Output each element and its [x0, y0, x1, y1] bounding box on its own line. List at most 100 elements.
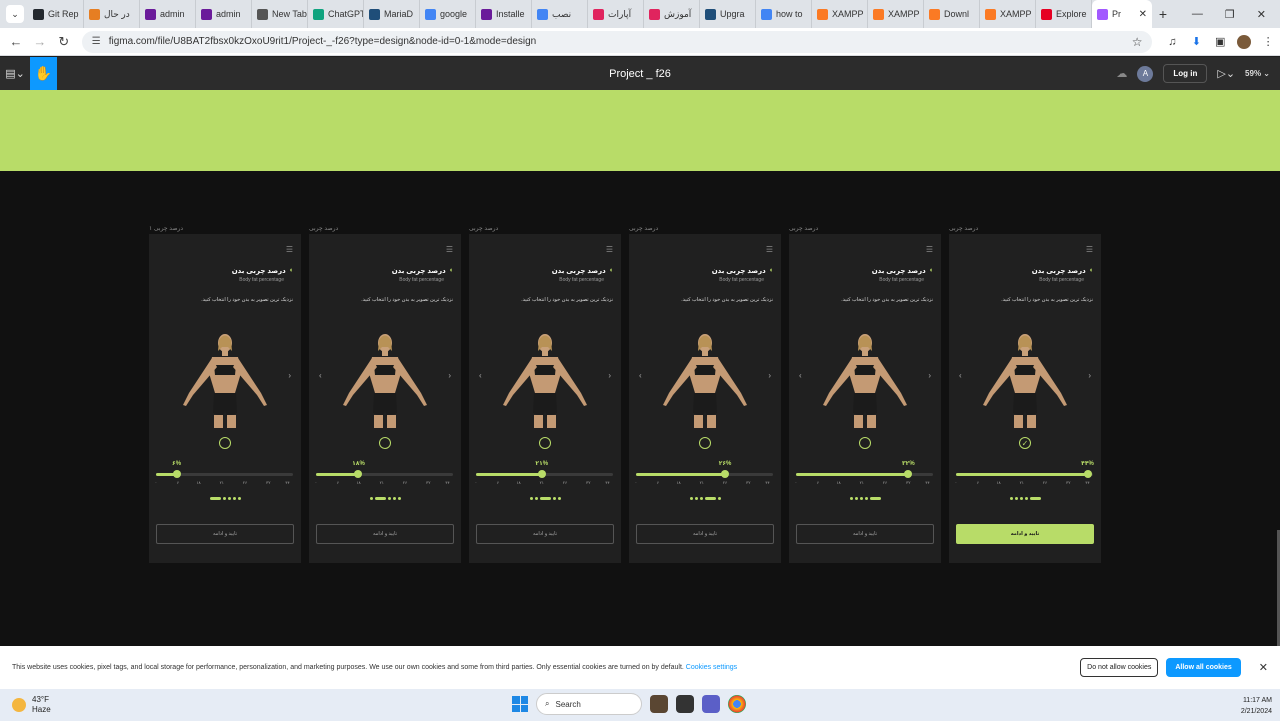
browser-tab[interactable]: admin [140, 0, 196, 28]
fat-slider-handle[interactable] [721, 470, 730, 478]
side-panel-icon[interactable]: ▣ [1208, 35, 1232, 48]
select-circle[interactable] [539, 437, 551, 449]
browser-tab[interactable]: XAMPP [980, 0, 1036, 28]
chevron-right-icon[interactable]: › [768, 371, 771, 380]
browser-tab[interactable]: how to [756, 0, 812, 28]
widgets-icon[interactable] [650, 695, 668, 713]
frame-label[interactable]: درصد چربی [469, 225, 621, 232]
chevron-left-icon[interactable]: ‹ [959, 371, 962, 380]
download-icon[interactable]: ⬇ [1184, 35, 1208, 48]
bookmark-star-icon[interactable]: ☆ [1132, 35, 1143, 49]
active-tab[interactable]: Pr ✕ [1092, 0, 1152, 28]
hamburger-menu-icon[interactable]: ☰ [766, 245, 773, 254]
deny-cookies-button[interactable]: Do not allow cookies [1080, 658, 1159, 677]
body-fat-frame[interactable]: ☰ ◖ درصد چربی بدن Body fat percentage نز… [789, 234, 941, 563]
cookie-settings-link[interactable]: Cookies settings [686, 664, 737, 671]
confirm-continue-button[interactable]: تایید و ادامه [956, 524, 1094, 544]
fat-slider-handle[interactable] [354, 470, 363, 478]
frame-label[interactable]: درصد چربی [309, 225, 461, 232]
browser-tab[interactable]: Downl [924, 0, 980, 28]
select-circle[interactable] [379, 437, 391, 449]
body-fat-frame[interactable]: ☰ ◖ درصد چربی بدن Body fat percentage نز… [629, 234, 781, 563]
minimize-icon[interactable]: — [1192, 8, 1203, 21]
hamburger-menu-icon[interactable]: ☰ [926, 245, 933, 254]
browser-tab[interactable]: google [420, 0, 476, 28]
chevron-left-icon[interactable]: ‹ [319, 371, 322, 380]
browser-tab[interactable]: در حال [84, 0, 140, 28]
select-circle[interactable] [859, 437, 871, 449]
restore-icon[interactable]: ❐ [1225, 8, 1235, 21]
chevron-left-icon[interactable]: ‹ [479, 371, 482, 380]
browser-tab[interactable]: New Tab [252, 0, 308, 28]
media-control-icon[interactable]: ♫ [1160, 36, 1184, 48]
close-cookie-icon[interactable]: ✕ [1259, 661, 1268, 674]
confirm-continue-button[interactable]: تایید و ادامه [476, 524, 614, 544]
url-input[interactable]: ☰ figma.com/file/U8BAT2fbsx0kzOxoU9rit1/… [81, 30, 1153, 53]
fat-slider-track[interactable] [476, 470, 613, 478]
browser-tab[interactable]: آموزش [644, 0, 700, 28]
chrome-icon[interactable] [728, 695, 746, 713]
zoom-level[interactable]: 59% ⌄ [1245, 69, 1270, 78]
browser-tab[interactable]: MariaD [364, 0, 420, 28]
fat-slider-track[interactable] [156, 470, 293, 478]
chevron-right-icon[interactable]: › [288, 371, 291, 380]
user-avatar[interactable]: A [1137, 65, 1154, 82]
browser-tab[interactable]: Upgra [700, 0, 756, 28]
green-banner-frame[interactable] [0, 90, 1280, 171]
browser-tab[interactable]: Git Rep [28, 0, 84, 28]
frame-label[interactable]: درصد چربی [629, 225, 781, 232]
chevron-right-icon[interactable]: › [928, 371, 931, 380]
chevron-left-icon[interactable]: ‹ [639, 371, 642, 380]
select-circle[interactable] [219, 437, 231, 449]
chevron-right-icon[interactable]: › [1088, 371, 1091, 380]
body-fat-frame[interactable]: ☰ ◖ درصد چربی بدن Body fat percentage نز… [149, 234, 301, 563]
browser-tab[interactable]: Explore [1036, 0, 1092, 28]
fat-slider-track[interactable] [796, 470, 933, 478]
body-fat-frame[interactable]: ☰ ◖ درصد چربی بدن Body fat percentage نز… [469, 234, 621, 563]
hamburger-menu-icon[interactable]: ☰ [606, 245, 613, 254]
body-fat-frame[interactable]: ☰ ◖ درصد چربی بدن Body fat percentage نز… [309, 234, 461, 563]
browser-tab[interactable]: XAMPP [868, 0, 924, 28]
browser-tab[interactable]: Installe [476, 0, 532, 28]
hamburger-menu-icon[interactable]: ☰ [446, 245, 453, 254]
allow-cookies-button[interactable]: Allow all cookies [1166, 658, 1241, 677]
tab-search-button[interactable]: ⌄ [6, 5, 24, 23]
design-canvas[interactable]: درصد چربی ۱ ☰ ◖ درصد چربی بدن Body fat p… [0, 90, 1280, 646]
hamburger-menu-icon[interactable]: ☰ [1086, 245, 1093, 254]
fat-slider-track[interactable] [316, 470, 453, 478]
windows-start-icon[interactable] [512, 696, 528, 712]
fat-slider-track[interactable] [636, 470, 773, 478]
confirm-continue-button[interactable]: تایید و ادامه [636, 524, 774, 544]
browser-tab[interactable]: نصب [532, 0, 588, 28]
login-button[interactable]: Log in [1163, 64, 1208, 83]
frame-label[interactable]: درصد چربی ۱ [149, 225, 301, 232]
system-clock[interactable]: 11:17 AM 2/21/2024 [1241, 695, 1272, 717]
fat-slider-handle[interactable] [537, 470, 546, 478]
browser-tab[interactable]: ChatGPT [308, 0, 364, 28]
close-tab-icon[interactable]: ✕ [1139, 9, 1147, 20]
frame-label[interactable]: درصد چربی [789, 225, 941, 232]
hand-tool-icon[interactable]: ✋ [30, 57, 57, 90]
browser-tab[interactable]: XAMPP [812, 0, 868, 28]
new-tab-button[interactable]: + [1152, 6, 1174, 22]
site-info-icon[interactable]: ☰ [92, 36, 101, 47]
hamburger-menu-icon[interactable]: ☰ [286, 245, 293, 254]
forward-icon[interactable]: → [28, 34, 52, 49]
fat-slider-handle[interactable] [172, 470, 181, 478]
fat-slider-track[interactable] [956, 470, 1093, 478]
confirm-continue-button[interactable]: تایید و ادامه [156, 524, 294, 544]
select-circle[interactable] [699, 437, 711, 449]
chevron-right-icon[interactable]: › [608, 371, 611, 380]
close-window-icon[interactable]: ✕ [1257, 8, 1266, 21]
frame-label[interactable]: درصد چربی [949, 225, 1101, 232]
browser-tab[interactable]: admin [196, 0, 252, 28]
confirm-continue-button[interactable]: تایید و ادامه [796, 524, 934, 544]
task-view-icon[interactable] [676, 695, 694, 713]
taskbar-search-input[interactable]: ⌕ Search [536, 693, 642, 715]
fat-slider-handle[interactable] [904, 470, 913, 478]
chevron-right-icon[interactable]: › [448, 371, 451, 380]
check-circle-icon[interactable]: ✓ [1019, 437, 1031, 449]
weather-widget[interactable]: 43°F Haze [0, 695, 51, 715]
profile-avatar[interactable] [1237, 34, 1252, 49]
browser-tab[interactable]: آپارات [588, 0, 644, 28]
